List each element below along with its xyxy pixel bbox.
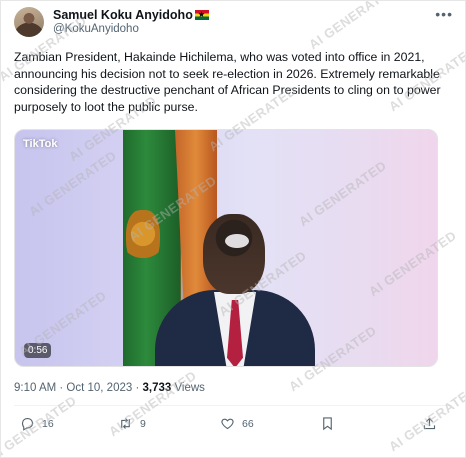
tiktok-logo-icon: TikTok [23, 138, 58, 150]
tweet-actions: 16 9 66 [14, 416, 452, 436]
views-label: Views [171, 382, 205, 394]
tweet-card: Samuel Koku Anyidoho @KokuAnyidoho ••• Z… [0, 0, 466, 458]
like-button[interactable]: 66 [220, 416, 254, 431]
heart-icon [221, 418, 234, 430]
bookmark-button[interactable] [320, 416, 335, 431]
display-name-text[interactable]: Samuel Koku Anyidoho [53, 8, 193, 22]
author-handle[interactable]: @KokuAnyidoho [53, 22, 209, 36]
reply-icon [21, 417, 34, 431]
reply-button[interactable]: 16 [20, 416, 54, 431]
reply-count: 16 [42, 417, 54, 430]
actions-divider [14, 405, 452, 406]
repost-icon [121, 418, 130, 429]
ghana-flag-icon [194, 8, 209, 22]
bookmark-icon [323, 417, 332, 431]
tweet-timestamp[interactable]: 9:10 AM · Oct 10, 2023 · [14, 382, 142, 394]
tweet-header: Samuel Koku Anyidoho @KokuAnyidoho ••• [14, 7, 453, 39]
video-duration-badge: 0:56 [24, 343, 52, 358]
tweet-text: Zambian President, Hakainde Hichilema, w… [14, 50, 441, 114]
repost-count: 9 [140, 417, 146, 430]
speaker-head [203, 214, 265, 294]
flag-eagle-emblem [126, 210, 160, 270]
author-names: Samuel Koku Anyidoho @KokuAnyidoho [53, 8, 209, 36]
avatar[interactable] [14, 7, 44, 37]
views-count: 3,733 [142, 382, 172, 394]
share-icon [423, 417, 436, 430]
tweet-meta: 9:10 AM · Oct 10, 2023 · 3,733 Views [14, 382, 205, 394]
share-button[interactable] [422, 416, 437, 431]
more-options-button[interactable]: ••• [435, 7, 453, 21]
author-display-name[interactable]: Samuel Koku Anyidoho [53, 8, 209, 22]
video-player[interactable]: TikTok 0:56 [14, 129, 438, 367]
like-count: 66 [242, 417, 254, 430]
repost-button[interactable]: 9 [118, 416, 146, 431]
